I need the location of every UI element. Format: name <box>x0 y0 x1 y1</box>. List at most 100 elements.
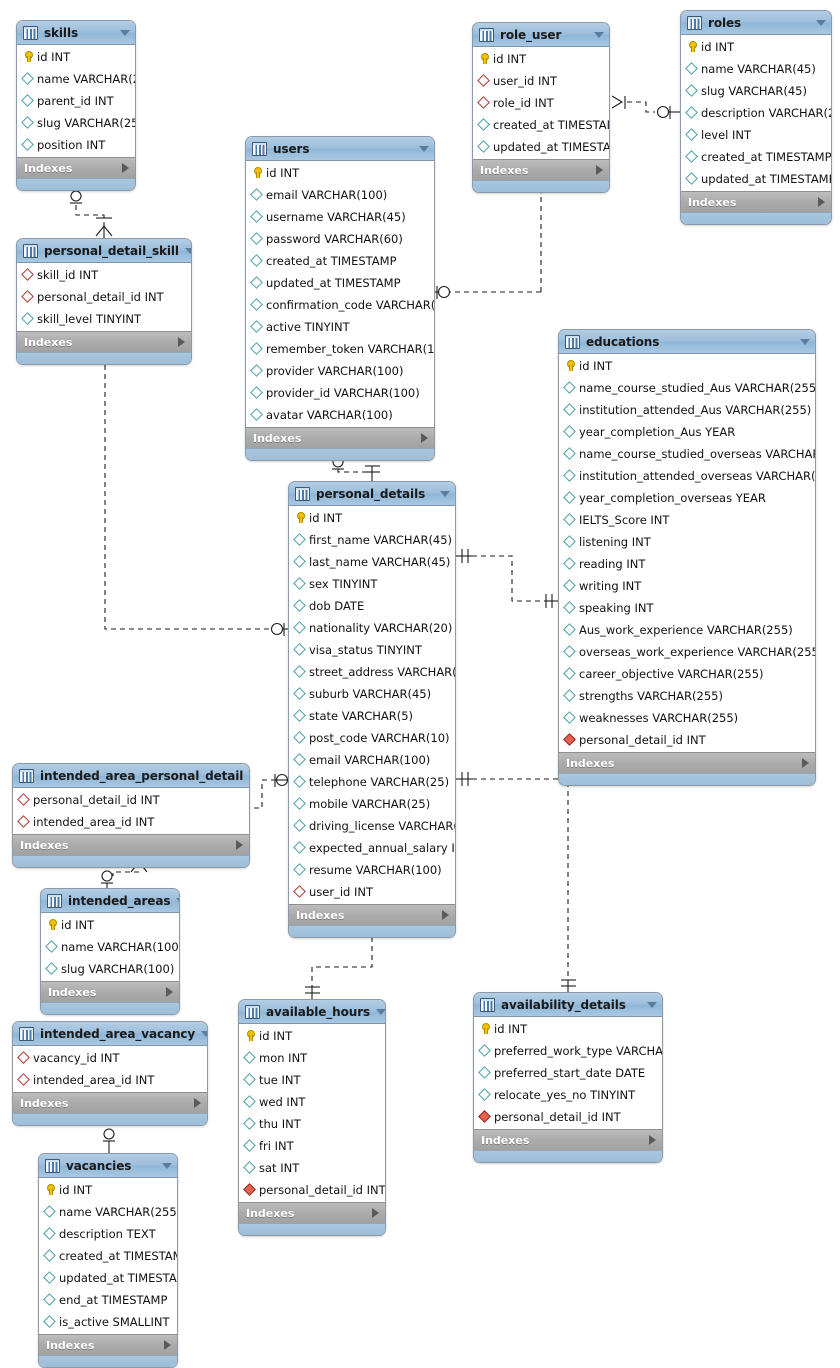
table-header-available_hours[interactable]: available_hours <box>239 1000 385 1024</box>
column-row[interactable]: user_id INT <box>289 881 455 903</box>
column-row[interactable]: id INT <box>559 355 815 377</box>
column-row[interactable]: weaknesses VARCHAR(255) <box>559 707 815 729</box>
column-row[interactable]: fri INT <box>239 1135 385 1157</box>
table-header-skills[interactable]: skills <box>17 21 135 45</box>
column-row[interactable]: id INT <box>39 1179 177 1201</box>
chevron-down-icon[interactable] <box>249 773 250 779</box>
table-intended_areas[interactable]: intended_areas id INT name VARCHAR(100) slu… <box>40 888 180 1015</box>
indexes-section-available_hours[interactable]: Indexes <box>239 1202 385 1223</box>
column-row[interactable]: institution_attended_Aus VARCHAR(255) <box>559 399 815 421</box>
column-row[interactable]: provider_id VARCHAR(100) <box>246 382 434 404</box>
column-row[interactable]: created_at TIMESTAMP <box>473 114 609 136</box>
column-row[interactable]: personal_detail_id INT <box>13 789 249 811</box>
column-row[interactable]: mobile VARCHAR(25) <box>289 793 455 815</box>
column-row[interactable]: email VARCHAR(100) <box>289 749 455 771</box>
indexes-section-intended_area_personal_detail[interactable]: Indexes <box>13 834 249 855</box>
chevron-right-icon[interactable] <box>122 163 129 173</box>
column-row[interactable]: id INT <box>41 914 179 936</box>
column-row[interactable]: id INT <box>239 1025 385 1047</box>
indexes-section-intended_area_vacancy[interactable]: Indexes <box>13 1092 207 1113</box>
column-row[interactable]: created_at TIMESTAMP <box>39 1245 177 1267</box>
column-row[interactable]: provider VARCHAR(100) <box>246 360 434 382</box>
column-row[interactable]: email VARCHAR(100) <box>246 184 434 206</box>
table-header-intended_area_personal_detail[interactable]: intended_area_personal_detail <box>13 764 249 788</box>
column-row[interactable]: id INT <box>681 36 831 58</box>
indexes-section-roles[interactable]: Indexes <box>681 191 831 212</box>
column-row[interactable]: id INT <box>473 48 609 70</box>
column-row[interactable]: skill_level TINYINT <box>17 308 191 330</box>
column-row[interactable]: name VARCHAR(45) <box>681 58 831 80</box>
chevron-down-icon[interactable] <box>201 1030 207 1037</box>
column-row[interactable]: slug VARCHAR(255) <box>17 112 135 134</box>
column-row[interactable]: year_completion_Aus YEAR <box>559 421 815 443</box>
chevron-down-icon[interactable] <box>162 1162 172 1169</box>
column-row[interactable]: user_id INT <box>473 70 609 92</box>
chevron-right-icon[interactable] <box>649 1135 656 1145</box>
column-row[interactable]: active TINYINT <box>246 316 434 338</box>
table-header-educations[interactable]: educations <box>559 330 815 354</box>
column-row[interactable]: institution_attended_overseas VARCHAR(25… <box>559 465 815 487</box>
chevron-down-icon[interactable] <box>419 145 429 152</box>
column-row[interactable]: driving_license VARCHAR(1) <box>289 815 455 837</box>
column-row[interactable]: career_objective VARCHAR(255) <box>559 663 815 685</box>
column-row[interactable]: name VARCHAR(255) <box>17 68 135 90</box>
column-row[interactable]: dob DATE <box>289 595 455 617</box>
column-row[interactable]: personal_detail_id INT <box>17 286 191 308</box>
column-row[interactable]: position INT <box>17 134 135 156</box>
indexes-section-personal_detail_skill[interactable]: Indexes <box>17 331 191 352</box>
column-row[interactable]: password VARCHAR(60) <box>246 228 434 250</box>
column-row[interactable]: IELTS_Score INT <box>559 509 815 531</box>
column-row[interactable]: post_code VARCHAR(10) <box>289 727 455 749</box>
column-row[interactable]: Aus_work_experience VARCHAR(255) <box>559 619 815 641</box>
column-row[interactable]: state VARCHAR(5) <box>289 705 455 727</box>
column-row[interactable]: first_name VARCHAR(45) <box>289 529 455 551</box>
column-row[interactable]: visa_status TINYINT <box>289 639 455 661</box>
table-vacancies[interactable]: vacancies id INT name VARCHAR(255) descript… <box>38 1153 178 1368</box>
table-personal_details[interactable]: personal_details id INT first_name VARCHAR… <box>288 481 456 938</box>
indexes-section-availability_details[interactable]: Indexes <box>474 1129 662 1150</box>
column-row[interactable]: personal_detail_id INT <box>559 729 815 751</box>
column-row[interactable]: writing INT <box>559 575 815 597</box>
table-available_hours[interactable]: available_hours id INT mon INT tue INT wed I… <box>238 999 386 1236</box>
indexes-section-role_user[interactable]: Indexes <box>473 159 609 180</box>
chevron-right-icon[interactable] <box>194 1098 201 1108</box>
chevron-down-icon[interactable] <box>647 1001 657 1008</box>
column-row[interactable]: id INT <box>17 46 135 68</box>
column-row[interactable]: updated_at TIMESTAMP <box>473 136 609 158</box>
column-row[interactable]: name VARCHAR(100) <box>41 936 179 958</box>
column-row[interactable]: intended_area_id INT <box>13 1069 207 1091</box>
column-row[interactable]: year_completion_overseas YEAR <box>559 487 815 509</box>
table-header-personal_details[interactable]: personal_details <box>289 482 455 506</box>
column-row[interactable]: updated_at TIMESTAMP <box>246 272 434 294</box>
column-row[interactable]: last_name VARCHAR(45) <box>289 551 455 573</box>
chevron-right-icon[interactable] <box>818 197 825 207</box>
column-row[interactable]: confirmation_code VARCHAR(100) <box>246 294 434 316</box>
column-row[interactable]: strengths VARCHAR(255) <box>559 685 815 707</box>
column-row[interactable]: name_course_studied_Aus VARCHAR(255) <box>559 377 815 399</box>
column-row[interactable]: listening INT <box>559 531 815 553</box>
column-row[interactable]: id INT <box>289 507 455 529</box>
column-row[interactable]: description VARCHAR(255) <box>681 102 831 124</box>
table-role_user[interactable]: role_user id INT user_id INT role_id INT cre… <box>472 22 610 193</box>
chevron-down-icon[interactable] <box>120 29 130 36</box>
column-row[interactable]: slug VARCHAR(100) <box>41 958 179 980</box>
table-personal_detail_skill[interactable]: personal_detail_skill skill_id INT persona… <box>16 238 192 365</box>
chevron-right-icon[interactable] <box>442 910 449 920</box>
column-row[interactable]: tue INT <box>239 1069 385 1091</box>
column-row[interactable]: remember_token VARCHAR(100) <box>246 338 434 360</box>
table-header-intended_areas[interactable]: intended_areas <box>41 889 179 913</box>
column-row[interactable]: thu INT <box>239 1113 385 1135</box>
chevron-down-icon[interactable] <box>594 31 604 38</box>
column-row[interactable]: intended_area_id INT <box>13 811 249 833</box>
chevron-right-icon[interactable] <box>166 987 173 997</box>
column-row[interactable]: preferred_work_type VARCHAR(4) <box>474 1040 662 1062</box>
chevron-right-icon[interactable] <box>178 337 185 347</box>
column-row[interactable]: end_at TIMESTAMP <box>39 1289 177 1311</box>
column-row[interactable]: role_id INT <box>473 92 609 114</box>
column-row[interactable]: nationality VARCHAR(20) <box>289 617 455 639</box>
chevron-right-icon[interactable] <box>596 165 603 175</box>
table-intended_area_vacancy[interactable]: intended_area_vacancy vacancy_id INT inten… <box>12 1021 208 1126</box>
chevron-down-icon[interactable] <box>800 338 810 345</box>
table-educations[interactable]: educations id INT name_course_studied_Aus … <box>558 329 816 786</box>
column-row[interactable]: created_at TIMESTAMP <box>681 146 831 168</box>
